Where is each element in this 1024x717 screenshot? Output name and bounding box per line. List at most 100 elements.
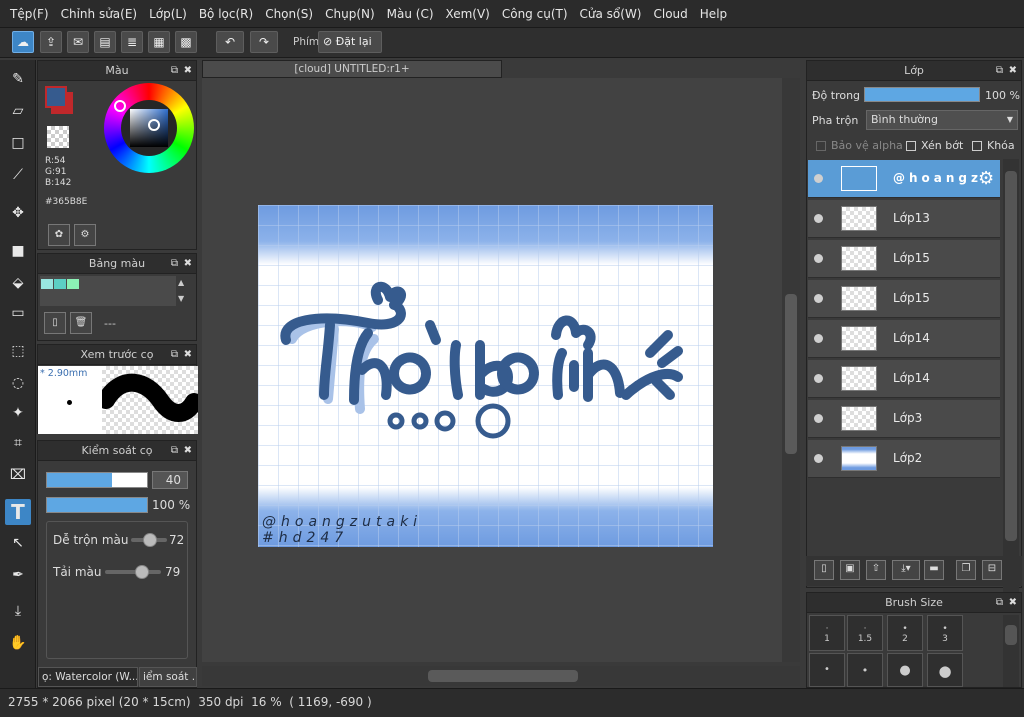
close-icon[interactable]: ✖ — [184, 345, 192, 365]
visibility-icon[interactable] — [814, 294, 823, 303]
menu-help[interactable]: Help — [694, 7, 733, 21]
document-tab[interactable]: [cloud] UNTITLED:r1+ — [202, 60, 502, 78]
new-page-icon[interactable]: ▯ — [44, 312, 66, 334]
layer-row-1[interactable]: @hoangz ⚙ — [808, 160, 1000, 198]
popout-icon[interactable]: ⧉ — [996, 593, 1003, 613]
layer-row-6[interactable]: Lớp14 — [808, 360, 1000, 398]
select-rect-icon[interactable]: ⬚ — [5, 338, 31, 364]
reset-button[interactable]: ⊘ Đặt lại — [318, 31, 382, 53]
comment-icon[interactable]: ✉ — [67, 31, 89, 53]
close-icon[interactable]: ✖ — [184, 61, 192, 81]
rectangle-tool-icon[interactable]: □ — [5, 130, 31, 156]
popout-icon[interactable]: ⧉ — [171, 61, 178, 81]
layer-row-5[interactable]: Lớp14 — [808, 320, 1000, 358]
menu-file[interactable]: Tệp(F) — [4, 7, 55, 21]
grid-list-icon[interactable]: ▦ — [148, 31, 170, 53]
brush-size-scrollbar[interactable] — [1003, 615, 1019, 687]
menu-layer[interactable]: Lớp(L) — [143, 7, 193, 21]
reload-slider[interactable] — [105, 570, 161, 574]
share-icon[interactable]: ⇪ — [40, 31, 62, 53]
reload-slider-knob[interactable] — [135, 565, 149, 579]
layer-menu-icon[interactable]: ⤓▾ — [892, 560, 920, 580]
visibility-icon[interactable] — [814, 334, 823, 343]
horizontal-scrollbar[interactable] — [202, 666, 800, 686]
palette-swatch[interactable] — [41, 279, 53, 289]
menu-edit[interactable]: Chỉnh sửa(E) — [55, 7, 144, 21]
popout-icon[interactable]: ⧉ — [171, 254, 178, 274]
new-halftone-layer-icon[interactable]: ▣ — [840, 560, 860, 580]
layer-opacity-slider[interactable] — [864, 87, 980, 102]
brush-size-option[interactable]: ● — [887, 653, 923, 687]
eraser-tool-icon[interactable]: ▱ — [5, 98, 31, 124]
eyedropper-icon[interactable]: ⤓ — [5, 598, 31, 624]
cloud-icon[interactable]: ☁ — [12, 31, 34, 53]
close-icon[interactable]: ✖ — [184, 441, 192, 461]
menu-capture[interactable]: Chụp(N) — [319, 7, 381, 21]
folder-icon[interactable]: ▬ — [924, 560, 944, 580]
brush-tool-icon[interactable]: ✎ — [5, 66, 31, 92]
lock-checkbox[interactable] — [972, 141, 982, 151]
operation-tool-icon[interactable]: ↖ — [5, 530, 31, 556]
trash-icon[interactable]: 🗑 — [70, 312, 92, 334]
fill-rect-tool-icon[interactable]: ■ — [5, 238, 31, 264]
chat-icon[interactable]: ▤ — [94, 31, 116, 53]
foreground-color-swatch[interactable] — [45, 86, 67, 108]
visibility-icon[interactable] — [814, 174, 823, 183]
brush-size-option[interactable]: · 1 — [809, 615, 845, 651]
layer-scroll-thumb[interactable] — [1005, 171, 1017, 541]
scroll-down-icon[interactable]: ▼ — [178, 294, 184, 303]
menu-cloud[interactable]: Cloud — [648, 7, 694, 21]
color-picker-handle[interactable] — [148, 119, 160, 131]
layer-row-3[interactable]: Lớp15 — [808, 240, 1000, 278]
palette-swatch[interactable] — [54, 279, 66, 289]
palette-swatch[interactable] — [67, 279, 79, 289]
brush-size-option[interactable]: • 3 — [927, 615, 963, 651]
layer-row-7[interactable]: Lớp3 — [808, 400, 1000, 438]
brush-opacity-slider[interactable] — [46, 497, 148, 513]
layer-row-8[interactable]: Lớp2 — [808, 440, 1000, 478]
select-pen-icon[interactable]: ⌗ — [5, 430, 31, 456]
undo-icon[interactable]: ↶ — [216, 31, 244, 53]
brush-size-option[interactable]: • — [847, 653, 883, 687]
popout-icon[interactable]: ⧉ — [171, 441, 178, 461]
import-layer-icon[interactable]: ⇧ — [866, 560, 886, 580]
popout-icon[interactable]: ⧉ — [996, 61, 1003, 81]
menu-filter[interactable]: Bộ lọc(R) — [193, 7, 259, 21]
lasso-icon[interactable]: ◌ — [5, 370, 31, 396]
brush-size-option[interactable]: • — [809, 653, 845, 687]
tab-brush-tool[interactable]: ọ: Watercolor (W... — [38, 667, 138, 687]
clip-checkbox[interactable] — [906, 141, 916, 151]
close-icon[interactable]: ✖ — [184, 254, 192, 274]
gear-icon[interactable]: ⚙ — [978, 168, 994, 189]
duplicate-layer-icon[interactable]: ❐ — [956, 560, 976, 580]
pen-tool-icon[interactable]: ✒ — [5, 562, 31, 588]
document-icon[interactable]: ≣ — [121, 31, 143, 53]
menu-window[interactable]: Cửa sổ(W) — [574, 7, 648, 21]
magic-wand-icon[interactable]: ✦ — [5, 400, 31, 426]
layer-scrollbar[interactable] — [1003, 159, 1019, 609]
layer-row-2[interactable]: Lớp13 — [808, 200, 1000, 238]
vertical-scroll-thumb[interactable] — [785, 294, 797, 454]
transparent-swatch[interactable] — [47, 126, 69, 148]
new-layer-icon[interactable]: ▯ — [814, 560, 834, 580]
layout-icon[interactable]: ▩ — [175, 31, 197, 53]
select-eraser-icon[interactable]: ⌧ — [5, 462, 31, 488]
color-settings-icon[interactable]: ⚙ — [74, 224, 96, 246]
gradient-tool-icon[interactable]: ▭ — [5, 300, 31, 326]
protect-alpha-checkbox[interactable] — [816, 141, 826, 151]
vertical-scrollbar[interactable] — [782, 78, 800, 662]
horizontal-scroll-thumb[interactable] — [428, 670, 578, 682]
tab-brush-control[interactable]: iểm soát . — [139, 667, 197, 687]
move-tool-icon[interactable]: ✥ — [5, 200, 31, 226]
line-tool-icon[interactable]: ⟋ — [5, 162, 31, 188]
brush-size-scroll-thumb[interactable] — [1005, 625, 1017, 645]
hand-tool-icon[interactable]: ✋ — [5, 630, 31, 656]
palette-icon[interactable]: ✿ — [48, 224, 70, 246]
blend-slider-knob[interactable] — [143, 533, 157, 547]
artwork-canvas[interactable]: @hoangzutaki #hd247 — [258, 205, 713, 547]
close-icon[interactable]: ✖ — [1009, 593, 1017, 613]
brush-size-value[interactable]: 40 — [152, 471, 188, 489]
visibility-icon[interactable] — [814, 414, 823, 423]
close-icon[interactable]: ✖ — [1009, 61, 1017, 81]
visibility-icon[interactable] — [814, 214, 823, 223]
